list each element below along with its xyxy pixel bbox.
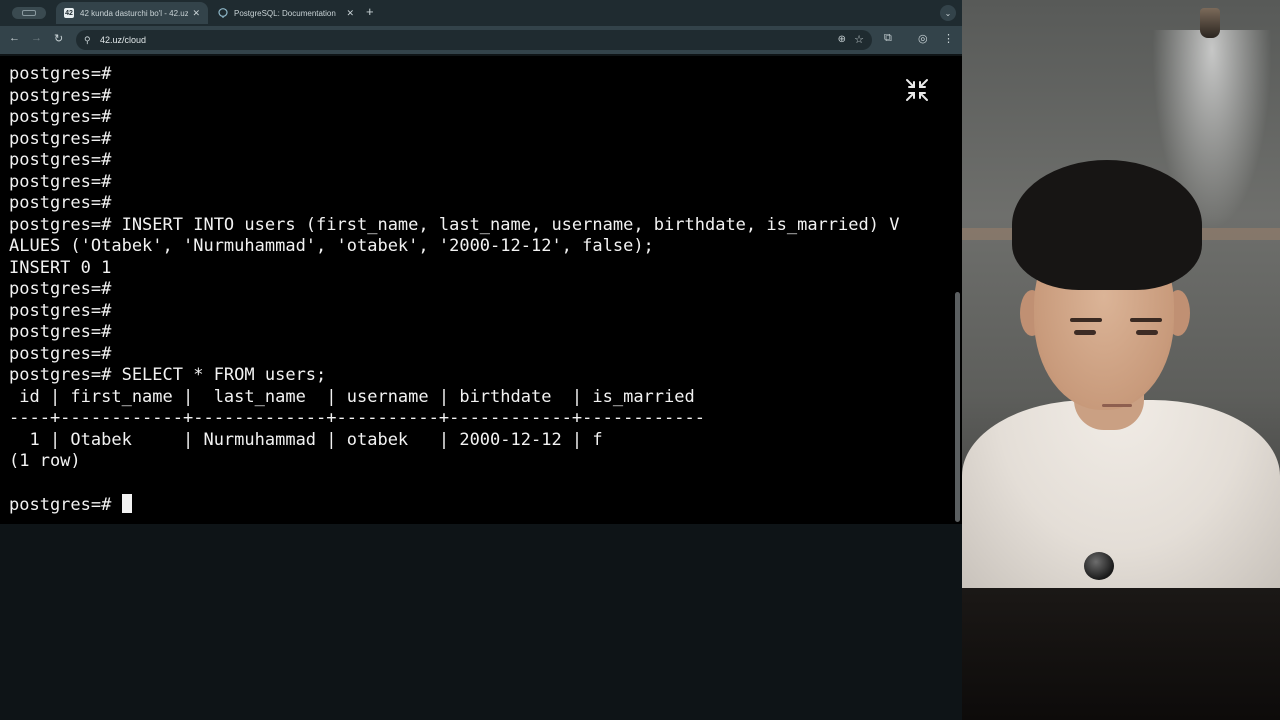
terminal-line: postgres=# [9, 193, 112, 213]
terminal-output: postgres=# postgres=# postgres=# postgre… [9, 64, 899, 517]
tab-title: PostgreSQL: Documentation [234, 8, 336, 18]
browser-window: 42 42 kunda dasturchi bo'l - 42.uz ✕ Pos… [0, 0, 962, 720]
terminal-line: postgres=# [9, 322, 112, 342]
exit-fullscreen-icon[interactable] [905, 78, 929, 102]
terminal-line: postgres=# [9, 343, 112, 364]
navigation-bar: ← → ↻ ⚲ 42.uz/cloud ⊕ ☆ ⧉ ◎ ⋮ [0, 26, 962, 54]
presenter-eye [1074, 330, 1096, 335]
terminal-line: postgres=# [9, 64, 112, 84]
tab-postgresql-docs[interactable]: PostgreSQL: Documentation ✕ [210, 2, 362, 24]
site-info-icon[interactable]: ⚲ [84, 35, 91, 46]
terminal-line: postgres=# [9, 107, 112, 127]
terminal-line: postgres=# [9, 279, 112, 299]
presenter-eye [1136, 330, 1158, 335]
new-tab-plus-icon[interactable]: + [366, 4, 374, 19]
terminal-line: postgres=# [9, 128, 112, 149]
psql-terminal[interactable]: postgres=# postgres=# postgres=# postgre… [0, 56, 962, 524]
tab-42uz[interactable]: 42 42 kunda dasturchi bo'l - 42.uz ✕ [56, 2, 208, 24]
forward-arrow-icon[interactable]: → [31, 32, 42, 44]
terminal-line: (1 row) [9, 451, 81, 471]
webcam-overlay [962, 0, 1280, 720]
presenter-brow [1070, 318, 1102, 322]
terminal-line: postgres=# [9, 85, 112, 106]
terminal-line: postgres=# INSERT INTO users (first_name… [9, 214, 900, 235]
tab-title: 42 kunda dasturchi bo'l - 42.uz [80, 8, 189, 18]
tab-group-pill[interactable] [12, 7, 46, 19]
close-icon[interactable]: ✕ [346, 8, 354, 19]
more-menu-icon[interactable]: ⋮ [943, 32, 954, 45]
terminal-line: postgres=# [9, 150, 112, 170]
terminal-line: postgres=# [9, 300, 112, 321]
terminal-line: ----+------------+-------------+--------… [9, 408, 705, 428]
zoom-icon[interactable]: ⊕ [838, 34, 846, 45]
elephant-icon [218, 8, 228, 18]
terminal-prompt: postgres=# [9, 495, 122, 515]
tab-bar: 42 42 kunda dasturchi bo'l - 42.uz ✕ Pos… [0, 0, 962, 26]
terminal-cursor [121, 494, 132, 513]
terminal-line: postgres=# SELECT * FROM users; [9, 365, 327, 385]
terminal-line: id | first_name | last_name | username |… [9, 386, 695, 407]
42-favicon-icon: 42 [64, 8, 74, 18]
terminal-line: ALUES ('Otabek', 'Nurmuhammad', 'otabek'… [9, 236, 654, 256]
terminal-line: 1 | Otabek | Nurmuhammad | otabek | 2000… [9, 429, 603, 450]
terminal-scrollbar[interactable] [955, 292, 960, 522]
bookmark-star-icon[interactable]: ☆ [854, 33, 864, 46]
presenter-hair [1012, 160, 1202, 290]
tab-search-icon [22, 10, 36, 16]
presenter-brow [1130, 318, 1162, 322]
chevron-down-icon[interactable]: ⌄ [940, 5, 956, 21]
presenter-mouth [1102, 404, 1132, 407]
profile-avatar-icon[interactable]: ◎ [918, 32, 928, 45]
reload-icon[interactable]: ↻ [54, 32, 63, 45]
page-content: postgres=# postgres=# postgres=# postgre… [0, 56, 962, 720]
close-icon[interactable]: ✕ [192, 8, 200, 19]
extensions-puzzle-icon[interactable]: ⧉ [884, 32, 892, 45]
back-arrow-icon[interactable]: ← [9, 32, 20, 44]
terminal-line: INSERT 0 1 [9, 257, 112, 278]
url-text[interactable]: 42.uz/cloud [100, 35, 146, 45]
desk-surface [962, 588, 1280, 720]
terminal-line: postgres=# [9, 171, 112, 192]
microphone [1084, 552, 1114, 580]
address-bar[interactable]: ⚲ 42.uz/cloud ⊕ ☆ [76, 30, 872, 50]
ceiling-lamp [1200, 8, 1220, 38]
